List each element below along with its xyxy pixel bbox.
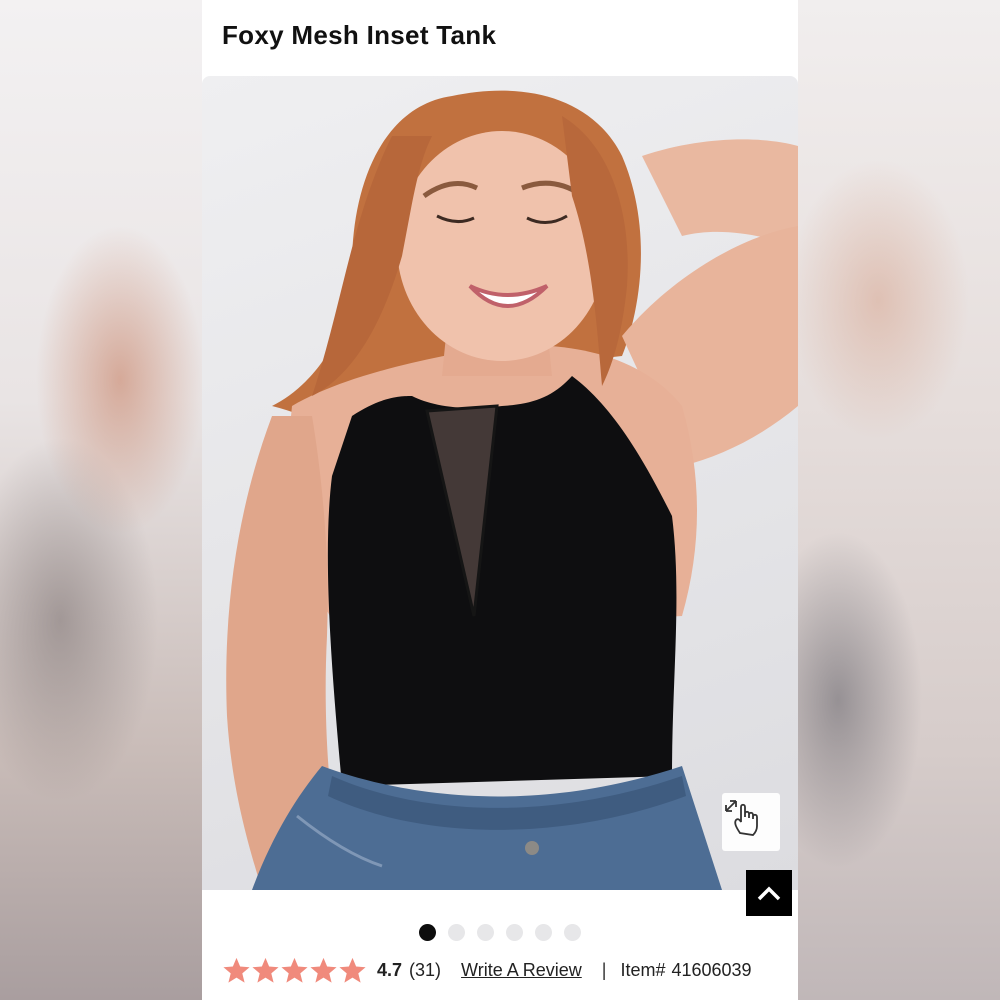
gallery-dot[interactable] xyxy=(448,924,465,941)
blurred-background-left xyxy=(0,0,202,1000)
star-icon xyxy=(339,957,366,983)
product-title: Foxy Mesh Inset Tank xyxy=(222,20,497,50)
item-number: 41606039 xyxy=(671,959,752,980)
gallery-dot[interactable] xyxy=(419,924,436,941)
review-count[interactable]: (31) xyxy=(409,960,441,981)
gallery-dot[interactable] xyxy=(564,924,581,941)
separator: | xyxy=(601,959,607,980)
product-photo-illustration xyxy=(226,90,798,890)
rating-row: 4.7 (31) Write A Review | Item# 41606039 xyxy=(222,952,792,988)
gallery-pagination xyxy=(202,924,798,942)
product-panel: Foxy Mesh Inset Tank 4.7 (31) Write A Re… xyxy=(202,0,798,1000)
star-icon xyxy=(310,957,337,983)
write-review-link[interactable]: Write A Review xyxy=(461,960,582,981)
tap-zoom-icon xyxy=(725,800,758,836)
star-icon xyxy=(281,957,308,983)
star-icon xyxy=(252,957,279,983)
star-rating[interactable] xyxy=(222,956,367,985)
item-number-label: Item# xyxy=(620,959,666,980)
gallery-dot[interactable] xyxy=(506,924,523,941)
back-to-top-button[interactable] xyxy=(746,870,792,916)
gallery-dot[interactable] xyxy=(535,924,552,941)
blurred-background-right xyxy=(798,0,1000,1000)
chevron-up-icon xyxy=(757,886,781,901)
gallery-dot[interactable] xyxy=(477,924,494,941)
zoom-button[interactable] xyxy=(722,793,780,851)
star-icon xyxy=(223,957,250,983)
product-image[interactable] xyxy=(202,76,798,890)
rating-value: 4.7 xyxy=(377,959,403,980)
